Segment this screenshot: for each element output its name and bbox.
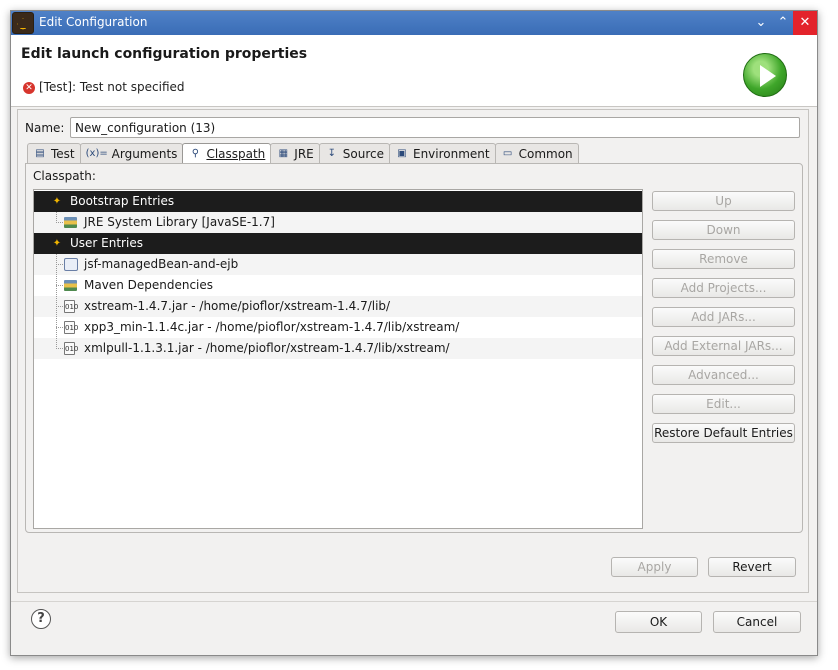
- category-icon: ✦: [52, 238, 62, 249]
- error-message: [Test]: Test not specified: [39, 80, 185, 94]
- jar-icon: 010: [64, 342, 78, 355]
- tab-bar: ▤ Test (x)= Arguments ⚲ Classpath ▦ JRE ↧ Source ▣…: [27, 143, 579, 164]
- tree-category[interactable]: ✦ User Entries: [34, 233, 642, 254]
- arguments-icon: (x)=: [85, 147, 108, 159]
- tab-test[interactable]: ▤ Test: [27, 143, 81, 163]
- tab-source[interactable]: ↧ Source: [318, 143, 390, 163]
- edit-configuration-dialog: Edit Configuration ⌄ ⌃ ✕ Edit launch con…: [10, 10, 818, 656]
- tab-label: Environment: [412, 146, 490, 161]
- tab-label: Test: [51, 146, 75, 161]
- tab-label: Classpath: [206, 147, 266, 161]
- cancel-button[interactable]: Cancel: [713, 611, 801, 633]
- dialog-header: Edit launch configuration properties ✕ […: [11, 35, 817, 107]
- down-button[interactable]: Down: [652, 220, 795, 240]
- tree-item-label: Maven Dependencies: [84, 278, 214, 292]
- title-bar[interactable]: Edit Configuration ⌄ ⌃ ✕: [11, 11, 817, 35]
- tab-jre[interactable]: ▦ JRE: [270, 143, 320, 163]
- eclipse-app-icon: [12, 12, 34, 34]
- tab-common[interactable]: ▭ Common: [494, 143, 579, 163]
- tree-connector: [56, 285, 63, 286]
- source-icon: ↧: [327, 147, 336, 159]
- tab-label: Common: [518, 146, 573, 161]
- tree-connector: [56, 222, 63, 223]
- tree-item-label: jsf-managedBean-and-ejb: [84, 257, 239, 271]
- tree-item[interactable]: jsf-managedBean-and-ejb: [34, 254, 642, 275]
- tree-connector: [56, 264, 63, 265]
- classpath-icon: ⚲: [191, 148, 200, 159]
- tree-item-label: xpp3_min-1.1.4c.jar - /home/pioflor/xstr…: [84, 320, 460, 334]
- jre-icon: ▦: [278, 147, 289, 159]
- category-icon: ✦: [52, 196, 62, 207]
- test-icon: ▤: [35, 147, 45, 159]
- minimize-button[interactable]: ⌄: [749, 11, 773, 35]
- tab-label: Source: [342, 146, 384, 161]
- tree-connector: [56, 306, 63, 307]
- edit-button[interactable]: Edit...: [652, 394, 795, 414]
- help-icon[interactable]: ?: [31, 609, 51, 629]
- tree-item-label: User Entries: [70, 236, 143, 250]
- run-icon: [743, 53, 787, 97]
- jar-icon: 010: [64, 321, 78, 334]
- separator: [11, 601, 817, 602]
- tree-category[interactable]: ✦ Bootstrap Entries: [34, 191, 642, 212]
- tab-classpath[interactable]: ⚲ Classpath: [182, 143, 272, 164]
- tree-item[interactable]: 010 xstream-1.4.7.jar - /home/pioflor/xst…: [34, 296, 642, 317]
- tree-item[interactable]: JRE System Library [JavaSE-1.7]: [34, 212, 642, 233]
- jar-icon: 010: [64, 300, 78, 313]
- project-icon: [64, 258, 78, 271]
- tab-arguments[interactable]: (x)= Arguments: [79, 143, 184, 163]
- tree-connector: [56, 327, 63, 328]
- maximize-button[interactable]: ⌃: [771, 11, 795, 35]
- close-button[interactable]: ✕: [793, 11, 817, 35]
- up-button[interactable]: Up: [652, 191, 795, 211]
- remove-button[interactable]: Remove: [652, 249, 795, 269]
- apply-button[interactable]: Apply: [611, 557, 698, 577]
- library-icon: [64, 217, 77, 228]
- tree-item[interactable]: 010 xmlpull-1.1.3.1.jar - /home/pioflor/x…: [34, 338, 642, 359]
- advanced-button[interactable]: Advanced...: [652, 365, 795, 385]
- tree-item[interactable]: Maven Dependencies: [34, 275, 642, 296]
- tree-item-label: Bootstrap Entries: [70, 194, 175, 208]
- page-title: Edit launch configuration properties: [21, 46, 308, 62]
- revert-button[interactable]: Revert: [708, 557, 796, 577]
- environment-icon: ▣: [397, 147, 407, 159]
- add-external-jars-button[interactable]: Add External JARs...: [652, 336, 795, 356]
- common-icon: ▭: [502, 147, 513, 159]
- tree-item-label: xstream-1.4.7.jar - /home/pioflor/xstrea…: [84, 299, 391, 313]
- tree-item-label: JRE System Library [JavaSE-1.7]: [84, 215, 275, 229]
- restore-default-entries-button[interactable]: Restore Default Entries: [652, 423, 795, 443]
- classpath-label: Classpath:: [33, 169, 96, 183]
- tab-label: JRE: [294, 146, 314, 161]
- tab-label: Arguments: [111, 146, 178, 161]
- classpath-tree[interactable]: ✦ Bootstrap Entries JRE System Library [Ja…: [33, 189, 643, 529]
- tree-connector: [56, 254, 57, 349]
- error-icon: ✕: [23, 82, 35, 94]
- tab-environment[interactable]: ▣ Environment: [388, 143, 496, 163]
- tree-item[interactable]: 010 xpp3_min-1.1.4c.jar - /home/pioflor/x…: [34, 317, 642, 338]
- tree-connector: [56, 212, 57, 223]
- tree-item-label: xmlpull-1.1.3.1.jar - /home/pioflor/xstr…: [84, 341, 450, 355]
- add-jars-button[interactable]: Add JARs...: [652, 307, 795, 327]
- ok-button[interactable]: OK: [615, 611, 702, 633]
- tree-connector: [56, 348, 63, 349]
- name-label: Name:: [25, 121, 65, 135]
- name-input[interactable]: [70, 117, 800, 138]
- add-projects-button[interactable]: Add Projects...: [652, 278, 795, 298]
- library-icon: [64, 280, 77, 291]
- window-title: Edit Configuration: [39, 15, 148, 29]
